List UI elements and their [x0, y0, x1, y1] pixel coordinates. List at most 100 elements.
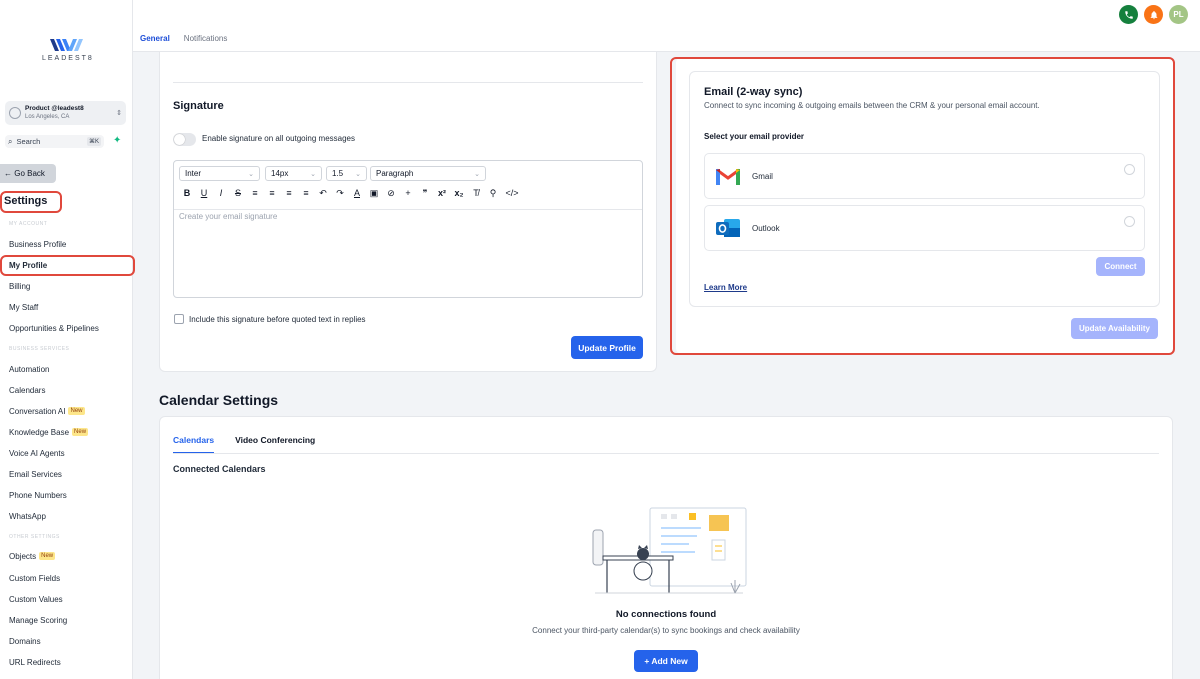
font-family-select[interactable]: Inter ⌄	[179, 166, 260, 181]
chevron-down-icon: ⌄	[355, 170, 361, 178]
search-shortcut: ⌘K	[86, 137, 101, 146]
sidebar-item-custom-values[interactable]: Custom Values	[9, 595, 63, 604]
empty-state-subtitle: Connect your third-party calendar(s) to …	[532, 626, 800, 635]
go-back-button[interactable]: ← Go Back	[0, 164, 56, 183]
sidebar-item-email-services[interactable]: Email Services	[9, 470, 62, 479]
font-family-value: Inter	[185, 169, 202, 178]
search-label: Search	[16, 137, 41, 146]
align-justify-icon[interactable]: ≡	[301, 188, 311, 199]
section-other-settings: OTHER SETTINGS	[9, 534, 60, 540]
editor-toolbar: B U I S ≡ ≡ ≡ ≡ ↶ ↷ A ▣ ⊘ + ❞ x² x₂ T̸ ⚲…	[182, 188, 519, 199]
add-new-button[interactable]: + Add New	[634, 650, 698, 672]
phone-icon[interactable]	[1119, 5, 1138, 24]
logo-text: LEADEST8	[42, 55, 94, 62]
sparkle-icon[interactable]: ✦	[113, 135, 121, 146]
plus-icon[interactable]: +	[403, 188, 413, 199]
calendar-tabs: Calendars Video Conferencing	[173, 435, 315, 454]
tab-notifications[interactable]: Notifications	[184, 34, 228, 47]
block-type-select[interactable]: Paragraph ⌄	[370, 166, 486, 181]
bold-icon[interactable]: B	[182, 188, 192, 199]
sidebar-item-phone-numbers[interactable]: Phone Numbers	[9, 491, 67, 500]
clear-format-icon[interactable]: T̸	[471, 188, 481, 199]
calendar-settings-title: Calendar Settings	[159, 392, 279, 408]
update-profile-button[interactable]: Update Profile	[571, 336, 643, 359]
strikethrough-icon[interactable]: S	[233, 188, 243, 199]
section-business-services: BUSINESS SERVICES	[9, 346, 70, 352]
sidebar-item-calendars[interactable]: Calendars	[9, 386, 45, 395]
line-height-select[interactable]: 1.5 ⌄	[326, 166, 367, 181]
empty-state-title: No connections found	[615, 609, 717, 620]
include-signature-checkbox[interactable]	[174, 314, 184, 324]
include-signature-label: Include this signature before quoted tex…	[189, 315, 366, 324]
text-color-icon[interactable]: A	[352, 188, 362, 199]
empty-state-illustration	[592, 507, 747, 594]
signature-textarea[interactable]: Create your email signature	[179, 212, 277, 221]
sidebar-item-knowledge-base[interactable]: Knowledge Base New	[9, 428, 89, 437]
logo-icon	[50, 39, 83, 51]
sidebar-item-custom-fields[interactable]: Custom Fields	[9, 574, 60, 583]
undo-icon[interactable]: ↶	[318, 188, 328, 199]
sidebar-item-billing[interactable]: Billing	[9, 282, 30, 291]
sidebar: LEADEST8 Product @leadest8 Los Angeles, …	[0, 0, 135, 679]
bell-icon[interactable]	[1144, 5, 1163, 24]
align-right-icon[interactable]: ≡	[284, 188, 294, 199]
objects-label: Objects	[9, 552, 37, 561]
signature-toggle-label: Enable signature on all outgoing message…	[202, 134, 355, 143]
knowledge-base-label: Knowledge Base	[9, 428, 70, 437]
conversation-ai-label: Conversation AI	[9, 407, 66, 416]
source-code-icon[interactable]: </>	[505, 188, 519, 199]
divider	[173, 82, 643, 83]
connected-calendars-title: Connected Calendars	[173, 464, 266, 474]
arrow-left-icon: ←	[4, 169, 15, 178]
font-size-select[interactable]: 14px ⌄	[265, 166, 322, 181]
new-badge: New	[39, 552, 56, 560]
sidebar-item-opportunities[interactable]: Opportunities & Pipelines	[9, 324, 99, 333]
italic-icon[interactable]: I	[216, 188, 226, 199]
code-block-icon[interactable]: ⚲	[488, 188, 498, 199]
font-size-value: 14px	[271, 169, 289, 178]
align-left-icon[interactable]: ≡	[250, 188, 260, 199]
page-tabs: General Notifications	[140, 34, 227, 47]
sidebar-item-objects[interactable]: Objects New	[9, 552, 56, 561]
account-switcher[interactable]: Product @leadest8 Los Angeles, CA ⇕	[5, 101, 126, 125]
header-actions: PL	[1119, 5, 1188, 24]
tab-calendars[interactable]: Calendars	[173, 435, 215, 454]
sidebar-item-my-staff[interactable]: My Staff	[9, 303, 38, 312]
sidebar-item-voice-ai[interactable]: Voice AI Agents	[9, 449, 65, 458]
redo-icon[interactable]: ↷	[335, 188, 345, 199]
underline-icon[interactable]: U	[199, 188, 209, 199]
sidebar-item-automation[interactable]: Automation	[9, 365, 49, 374]
chevron-down-icon: ⌄	[248, 170, 254, 178]
superscript-icon[interactable]: x²	[437, 188, 447, 199]
logo[interactable]: LEADEST8	[42, 38, 92, 62]
sidebar-item-business-profile[interactable]: Business Profile	[9, 240, 66, 249]
chevron-updown-icon: ⇕	[116, 110, 122, 117]
my-profile-highlight	[0, 255, 135, 276]
location-icon	[9, 107, 21, 119]
tab-video-conferencing[interactable]: Video Conferencing	[235, 435, 315, 454]
sidebar-item-conversation-ai[interactable]: Conversation AI New	[9, 407, 85, 416]
block-type-value: Paragraph	[376, 169, 414, 178]
quote-icon[interactable]: ❞	[420, 188, 430, 199]
new-badge: New	[68, 407, 85, 415]
sidebar-item-url-redirects[interactable]: URL Redirects	[9, 658, 61, 667]
new-badge: New	[72, 428, 89, 436]
sidebar-item-domains[interactable]: Domains	[9, 637, 41, 646]
image-icon[interactable]: ▣	[369, 188, 379, 199]
section-my-account: MY ACCOUNT	[9, 221, 48, 227]
link-icon[interactable]: ⊘	[386, 188, 396, 199]
account-location: Los Angeles, CA	[25, 114, 70, 120]
subscript-icon[interactable]: x₂	[454, 188, 464, 199]
chevron-down-icon: ⌄	[474, 170, 480, 178]
tab-general[interactable]: General	[140, 34, 170, 47]
go-back-label: Go Back	[14, 169, 45, 178]
sidebar-item-whatsapp[interactable]: WhatsApp	[9, 512, 46, 521]
account-name: Product @leadest8	[25, 105, 84, 112]
signature-toggle[interactable]	[173, 133, 196, 146]
align-center-icon[interactable]: ≡	[267, 188, 277, 199]
search-input[interactable]: ⌕ Search ⌘K	[5, 135, 104, 148]
avatar[interactable]: PL	[1169, 5, 1188, 24]
line-height-value: 1.5	[332, 169, 344, 178]
top-bar: General Notifications PL	[133, 0, 1200, 52]
settings-highlight	[0, 191, 62, 213]
